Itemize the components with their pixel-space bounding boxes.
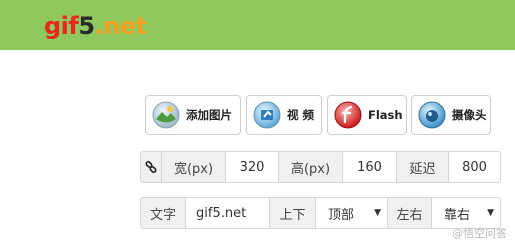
camera-label: 摄像头 <box>452 108 487 122</box>
add-image-label: 添加图片 <box>186 108 232 122</box>
delay-input[interactable]: 800 <box>448 152 500 182</box>
dropdown-arrow-icon: ▼ <box>374 208 381 218</box>
height-input[interactable]: 160 <box>342 152 396 182</box>
horizontal-position-select[interactable]: 靠右 ▼ <box>431 198 500 228</box>
video-label: 视 频 <box>287 108 315 122</box>
picture-icon <box>152 101 180 129</box>
vertical-position-select[interactable]: 顶部 ▼ <box>315 198 387 228</box>
horizontal-position-value: 靠右 <box>444 207 471 223</box>
text-settings-group: 文字 gif5.net 上下 顶部 ▼ 左右 靠右 ▼ <box>140 197 501 229</box>
width-input[interactable]: 320 <box>225 152 278 182</box>
logo-text-net: .net <box>94 12 147 40</box>
flash-icon <box>334 101 362 129</box>
height-label: 高(px) <box>278 152 342 182</box>
camera-button[interactable]: 摄像头 <box>411 95 491 135</box>
add-image-button[interactable]: 添加图片 <box>145 95 241 135</box>
size-settings-group: 宽(px) 320 高(px) 160 延迟 800 <box>140 151 501 183</box>
flash-label: Flash <box>368 108 403 122</box>
vertical-position-label: 上下 <box>269 198 315 228</box>
link-lock-toggle[interactable] <box>141 152 161 182</box>
link-icon <box>145 161 157 173</box>
horizontal-position-label: 左右 <box>387 198 431 228</box>
video-icon <box>253 101 281 129</box>
header-bar: gif5.net <box>0 0 515 50</box>
camera-icon <box>418 101 446 129</box>
vertical-position-value: 顶部 <box>328 207 355 223</box>
text-label: 文字 <box>141 198 185 228</box>
text-input[interactable]: gif5.net <box>185 198 269 228</box>
watermark: @悟空问答 <box>452 227 507 240</box>
width-label: 宽(px) <box>161 152 225 182</box>
delay-label: 延迟 <box>396 152 448 182</box>
logo-text-5: 5 <box>78 12 95 40</box>
dropdown-arrow-icon: ▼ <box>487 208 494 218</box>
video-button[interactable]: 视 频 <box>246 95 322 135</box>
flash-button[interactable]: Flash <box>327 95 407 135</box>
site-logo[interactable]: gif5.net <box>44 11 147 41</box>
logo-text-gif: gif <box>44 12 79 40</box>
